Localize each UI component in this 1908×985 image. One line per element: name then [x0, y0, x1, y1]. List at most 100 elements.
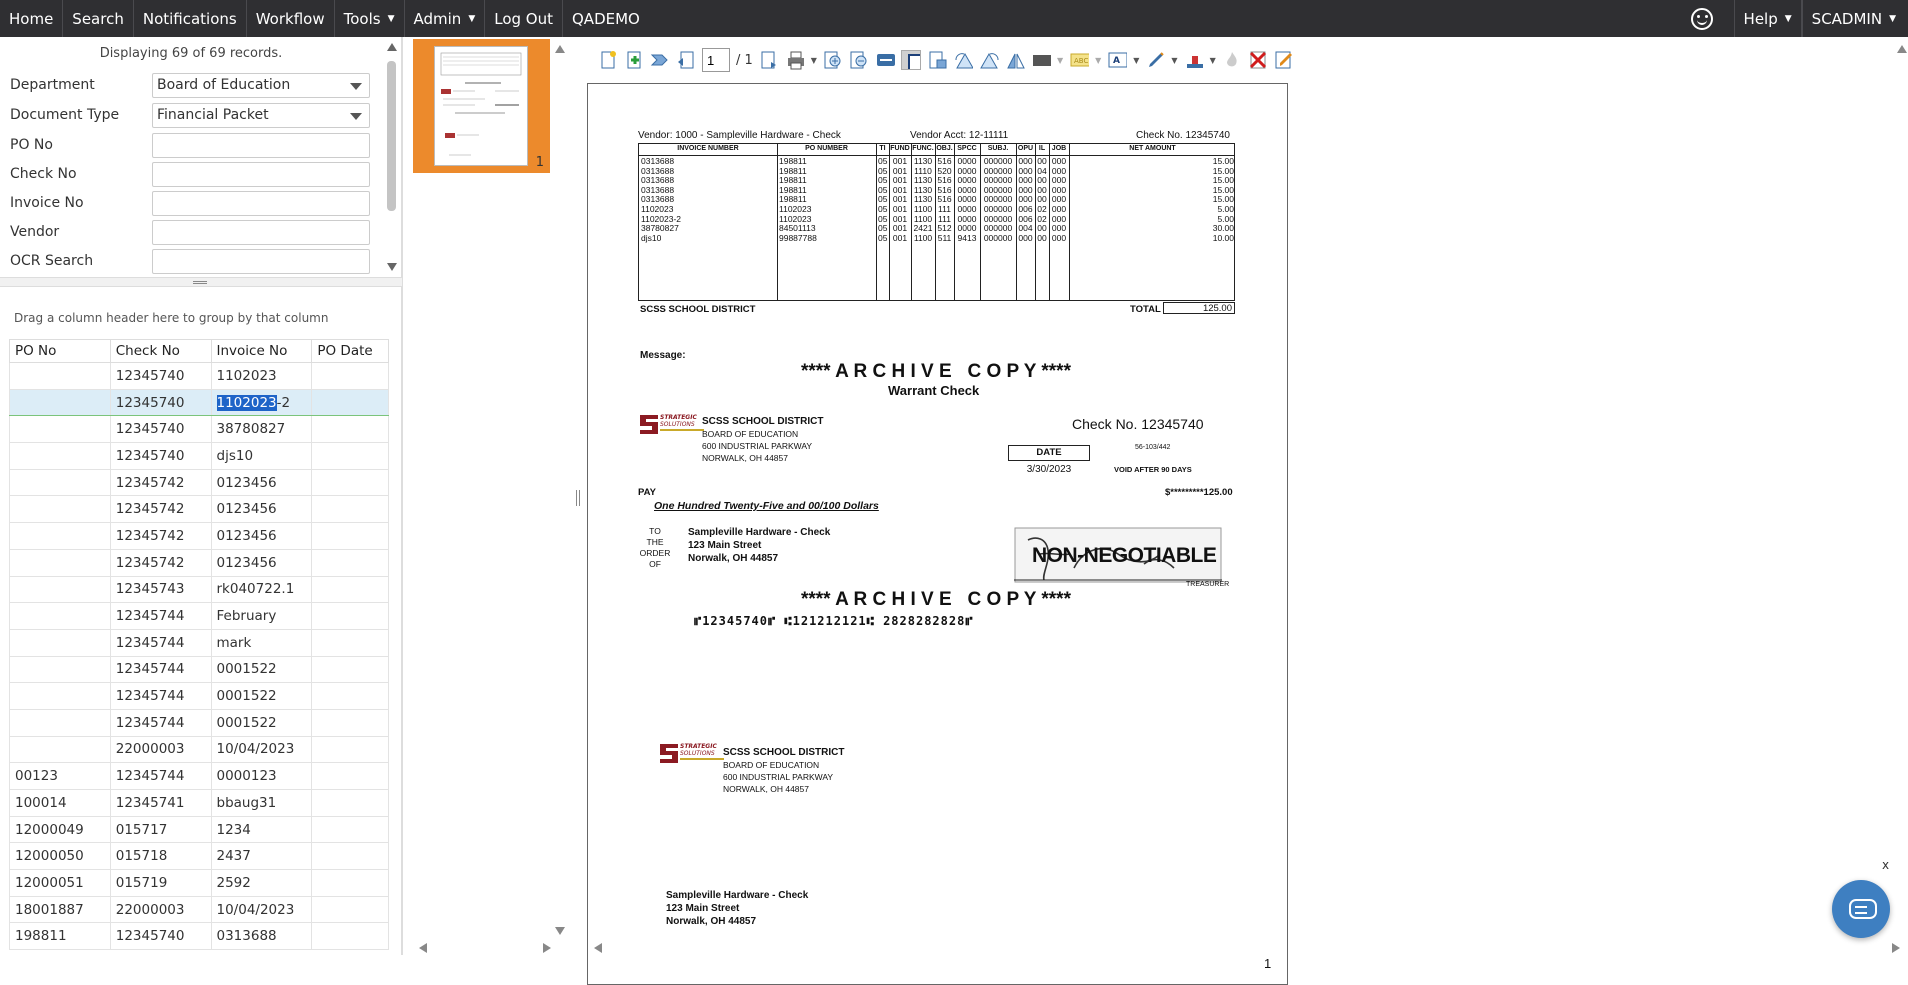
nav-item-qademo[interactable]: QADEMO: [563, 0, 649, 37]
page-number-input[interactable]: [702, 48, 730, 72]
horizontal-splitter[interactable]: [0, 277, 402, 287]
user-menu[interactable]: SCADMIN ▼: [1801, 0, 1908, 37]
table-row[interactable]: 12345742 0123456: [9, 548, 389, 577]
column-header[interactable]: PO No: [9, 339, 111, 363]
scroll-left-icon[interactable]: [419, 943, 427, 953]
add-page-icon[interactable]: [624, 50, 644, 70]
nav-item-log-out[interactable]: Log Out: [485, 0, 563, 37]
stamp-icon[interactable]: [1184, 50, 1204, 70]
invoice-cell: 84501113: [779, 223, 816, 234]
chat-icon[interactable]: [1832, 880, 1890, 938]
nav-item-workflow[interactable]: Workflow: [247, 0, 335, 37]
total-value: 125.00: [1202, 303, 1232, 314]
table-row[interactable]: 198811 12345740 0313688: [9, 922, 389, 951]
scroll-thumb[interactable]: [387, 61, 396, 211]
table-row[interactable]: 12345742 0123456: [9, 468, 389, 497]
table-row[interactable]: 12345744 0001522: [9, 655, 389, 684]
doctype-select[interactable]: Financial Packet: [152, 102, 370, 128]
forward-icon[interactable]: [650, 50, 670, 70]
zoom-out-icon[interactable]: [849, 50, 869, 70]
viewer-splitter-grip[interactable]: [576, 490, 580, 506]
scroll-right-icon[interactable]: [1892, 943, 1900, 953]
scroll-up-icon[interactable]: [1897, 45, 1907, 53]
select-area-icon[interactable]: [927, 50, 947, 70]
chevron-down-icon[interactable]: ▼: [1095, 56, 1101, 65]
table-row[interactable]: 12345740 1102023: [9, 362, 389, 390]
table-row[interactable]: 12345744 0001522: [9, 708, 389, 737]
vendor-input[interactable]: [152, 219, 370, 245]
invoice-input[interactable]: [152, 190, 370, 216]
scroll-left-icon[interactable]: [594, 943, 602, 953]
table-row[interactable]: 12345744 February: [9, 602, 389, 630]
delete-annotations-icon[interactable]: [1248, 50, 1268, 70]
column-header[interactable]: PO Date: [311, 339, 389, 363]
filter-scrollbar[interactable]: [382, 41, 402, 273]
table-row[interactable]: 12000050 015718 2437: [9, 842, 389, 871]
column-header[interactable]: Invoice No: [210, 339, 313, 363]
nav-item-tools[interactable]: Tools ▼: [335, 0, 405, 37]
table-row[interactable]: 12345742 0123456: [9, 495, 389, 524]
table-row[interactable]: 12345744 mark: [9, 628, 389, 657]
invoice-cell: 05: [878, 204, 888, 214]
table-row[interactable]: 12345740 38780827: [9, 415, 389, 444]
po-input[interactable]: [152, 132, 370, 158]
table-cell: [311, 655, 389, 684]
table-row[interactable]: 18001887 22000003 10/04/2023: [9, 895, 389, 924]
chevron-down-icon[interactable]: ▼: [1210, 56, 1216, 65]
nav-item-home[interactable]: Home: [0, 0, 64, 37]
table-row[interactable]: 12000051 015719 2592: [9, 869, 389, 897]
help-menu[interactable]: Help ▼: [1733, 0, 1802, 37]
scroll-up-icon[interactable]: [555, 45, 565, 53]
nav-item-search[interactable]: Search: [63, 0, 134, 37]
rotate-right-icon[interactable]: [979, 50, 999, 70]
column-header[interactable]: Check No: [109, 339, 212, 363]
table-cell: [311, 628, 389, 657]
flip-icon[interactable]: [1005, 50, 1025, 70]
burn-icon[interactable]: [1222, 50, 1242, 70]
scroll-down-icon[interactable]: [387, 263, 397, 271]
table-cell: 12345744: [109, 708, 212, 737]
pen-icon[interactable]: [1145, 50, 1165, 70]
table-row[interactable]: 22000003 10/04/2023: [9, 735, 389, 764]
table-row[interactable]: 12345743 rk040722.1: [9, 575, 389, 604]
invoice-label: Invoice No: [10, 195, 84, 211]
nav-item-notifications[interactable]: Notifications: [134, 0, 247, 37]
text-highlight-icon[interactable]: ABC: [1069, 50, 1090, 70]
table-row[interactable]: 00123 12345744 0000123: [9, 762, 389, 790]
thumbnail-card[interactable]: 1: [413, 39, 550, 173]
new-document-icon[interactable]: [598, 50, 618, 70]
print-icon[interactable]: [785, 50, 805, 70]
table-cell: 12345742: [109, 468, 212, 497]
close-chat-icon[interactable]: x: [1882, 858, 1889, 872]
chevron-down-icon[interactable]: ▼: [1057, 56, 1063, 65]
scroll-right-icon[interactable]: [543, 943, 551, 953]
chevron-down-icon[interactable]: ▼: [811, 56, 817, 65]
table-row[interactable]: 12345740 1102023-2: [9, 388, 389, 417]
scroll-up-icon[interactable]: [387, 43, 397, 51]
table-cell: 0123456: [210, 468, 313, 497]
department-select[interactable]: Board of Education: [152, 72, 370, 98]
table-row[interactable]: 100014 12345741 bbaug31: [9, 789, 389, 817]
nav-item-admin[interactable]: Admin ▼: [405, 0, 486, 37]
table-row[interactable]: 12345742 0123456: [9, 522, 389, 550]
text-annotation-icon[interactable]: A: [1107, 50, 1128, 70]
table-row[interactable]: 12345744 0001522: [9, 682, 389, 710]
chevron-down-icon[interactable]: ▼: [1133, 56, 1139, 65]
edit-icon[interactable]: [1274, 50, 1294, 70]
table-row[interactable]: 12000049 015717 1234: [9, 815, 389, 844]
fit-width-icon[interactable]: [875, 50, 895, 70]
fit-page-icon[interactable]: [900, 50, 921, 70]
chevron-down-icon[interactable]: ▼: [1171, 56, 1177, 65]
po-row: PO No: [10, 132, 370, 158]
check-input[interactable]: [152, 161, 370, 187]
table-cell: rk040722.1: [210, 575, 313, 604]
redact-icon[interactable]: [1031, 50, 1051, 70]
feedback-icon[interactable]: [1670, 0, 1734, 37]
rotate-left-icon[interactable]: [953, 50, 973, 70]
table-row[interactable]: 12345740 djs10: [9, 442, 389, 470]
export-icon[interactable]: [676, 50, 696, 70]
zoom-in-icon[interactable]: [823, 50, 843, 70]
next-page-icon[interactable]: [759, 50, 779, 70]
scroll-down-icon[interactable]: [555, 927, 565, 935]
ocr-input[interactable]: [152, 248, 370, 274]
